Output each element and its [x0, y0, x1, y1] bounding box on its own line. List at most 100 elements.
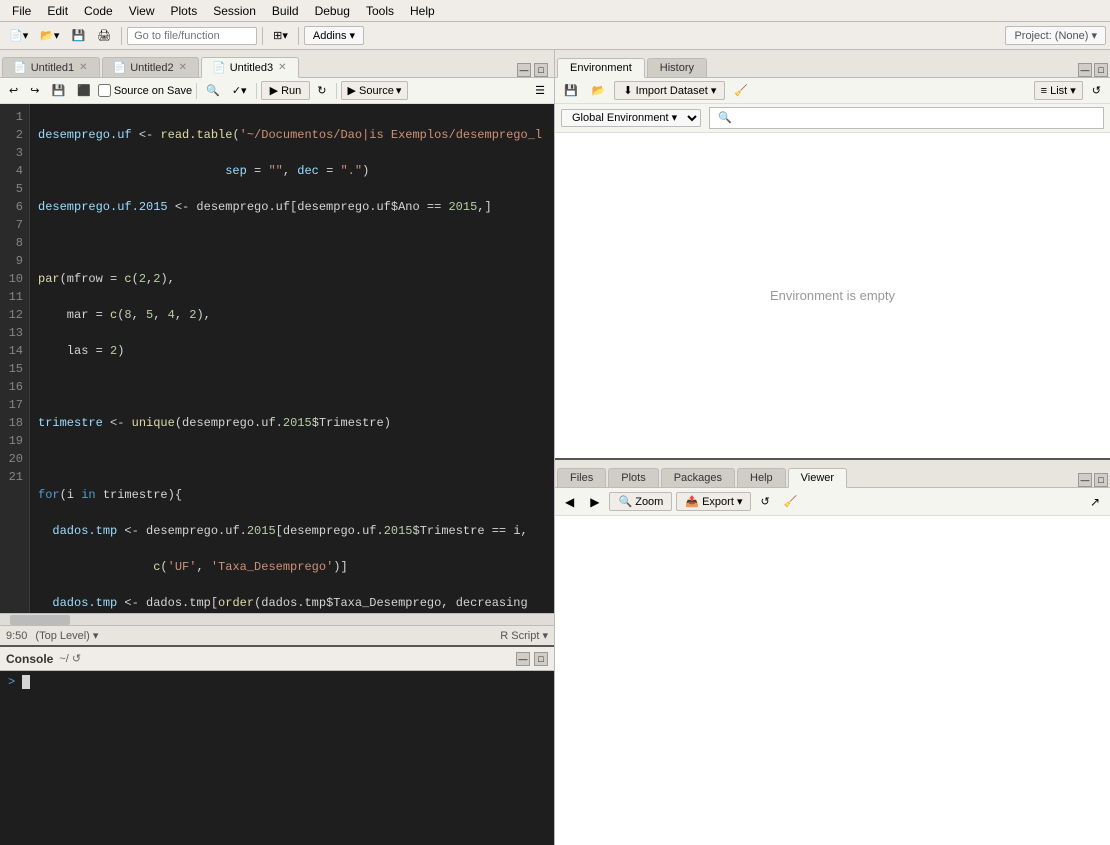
editor-tab-untitled1[interactable]: 📄 Untitled1 ✕: [2, 57, 100, 77]
files-tab-bar: Files Plots Packages Help Viewer — □: [555, 460, 1110, 488]
tab-environment[interactable]: Environment: [557, 58, 645, 78]
source-on-save-checkbox[interactable]: [98, 84, 111, 97]
editor-area: 📄 Untitled1 ✕ 📄 Untitled2 ✕ 📄 Untitled3 …: [0, 50, 554, 645]
cursor-position: 9:50: [6, 630, 27, 642]
env-toolbar: 💾 📂 ⬇ Import Dataset ▾ 🧹 ≡ List ▾ ↺: [555, 78, 1110, 104]
editor-options-button[interactable]: ☰: [530, 82, 550, 99]
env-tab-bar: Environment History — □: [555, 50, 1110, 78]
maximize-files-button[interactable]: □: [1094, 473, 1108, 487]
open-button[interactable]: 📂▾: [35, 26, 64, 45]
menu-view[interactable]: View: [121, 2, 163, 20]
spellcheck-button[interactable]: ✓▾: [227, 82, 252, 99]
search-button[interactable]: 🔍: [201, 82, 225, 99]
viewer-toolbar: ◀ ▶ 🔍 Zoom 📤 Export ▾ ↺ 🧹 ↗: [555, 488, 1110, 516]
project-label[interactable]: Project: (None) ▾: [1005, 26, 1106, 45]
grid-button[interactable]: ⊞▾: [268, 26, 293, 45]
env-load-button[interactable]: 📂: [587, 82, 611, 99]
scrollbar-thumb[interactable]: [10, 615, 70, 625]
menubar: File Edit Code View Plots Session Build …: [0, 0, 1110, 22]
menu-debug[interactable]: Debug: [307, 2, 358, 20]
console-prompt: >: [8, 675, 15, 689]
menu-edit[interactable]: Edit: [39, 2, 76, 20]
env-empty-message: Environment is empty: [555, 133, 1110, 458]
console-cursor: [22, 675, 30, 689]
environment-selector[interactable]: Global Environment ▾: [561, 109, 701, 127]
zoom-button[interactable]: 🔍 Zoom: [609, 492, 672, 511]
tab-packages[interactable]: Packages: [661, 468, 735, 487]
run-button[interactable]: ▶ Run: [261, 81, 311, 100]
redo-button[interactable]: ↪: [25, 82, 44, 99]
undo-button[interactable]: ↩: [4, 82, 23, 99]
editor-sep-2: [256, 83, 257, 99]
source-on-save-label: Source on Save: [114, 85, 192, 97]
maximize-console-button[interactable]: □: [534, 652, 548, 666]
tab-files[interactable]: Files: [557, 468, 606, 487]
menu-tools[interactable]: Tools: [358, 2, 402, 20]
editor-statusbar: 9:50 (Top Level) ▾ R Script ▾: [0, 625, 554, 645]
import-dataset-button[interactable]: ⬇ Import Dataset ▾: [614, 81, 725, 100]
tab-viewer[interactable]: Viewer: [788, 468, 847, 488]
tab-plots[interactable]: Plots: [608, 468, 658, 487]
viewer-popout-button[interactable]: ↗: [1084, 492, 1106, 512]
minimize-editor-button[interactable]: —: [517, 63, 531, 77]
refresh-viewer-button[interactable]: ↺: [755, 493, 774, 510]
console-window-buttons: — □: [516, 652, 548, 666]
close-tab-3[interactable]: ✕: [277, 62, 287, 73]
source-button[interactable]: ▶ Source ▾: [341, 81, 409, 100]
editor-scrollbar-h[interactable]: [0, 613, 554, 625]
env-save-button[interactable]: 💾: [559, 82, 583, 99]
minimize-console-button[interactable]: —: [516, 652, 530, 666]
save-button[interactable]: 💾: [66, 26, 90, 45]
knit-button[interactable]: ⬛: [72, 82, 96, 99]
code-content[interactable]: desemprego.uf <- read.table('~/Documento…: [30, 104, 554, 613]
new-script-button[interactable]: 📄▾: [4, 26, 33, 45]
code-editor[interactable]: 12345 678910 1112131415 1617181920 21 de…: [0, 104, 554, 613]
scope-selector[interactable]: (Top Level) ▾: [35, 629, 98, 642]
maximize-editor-button[interactable]: □: [534, 63, 548, 77]
line-numbers: 12345 678910 1112131415 1617181920 21: [0, 104, 30, 613]
menu-code[interactable]: Code: [76, 2, 121, 20]
menu-plots[interactable]: Plots: [163, 2, 206, 20]
export-button[interactable]: 📤 Export ▾: [676, 492, 751, 511]
editor-toolbar: ↩ ↪ 💾 ⬛ Source on Save 🔍 ✓▾ ▶ Run ↻ ▶ So…: [0, 78, 554, 104]
back-button[interactable]: ◀: [559, 492, 580, 512]
menu-session[interactable]: Session: [205, 2, 264, 20]
env-window-buttons: — □: [1078, 63, 1108, 77]
menu-help[interactable]: Help: [402, 2, 443, 20]
clear-viewer-button[interactable]: 🧹: [779, 493, 803, 510]
menu-file[interactable]: File: [4, 2, 39, 20]
source-on-save-group: Source on Save: [98, 84, 192, 97]
close-tab-1[interactable]: ✕: [78, 62, 88, 73]
goto-file-input[interactable]: [127, 27, 257, 45]
list-button[interactable]: ≡ List ▾: [1034, 81, 1083, 100]
toolbar-separator-1: [121, 27, 122, 45]
main-layout: 📄 Untitled1 ✕ 📄 Untitled2 ✕ 📄 Untitled3 …: [0, 50, 1110, 845]
close-tab-2[interactable]: ✕: [178, 62, 188, 73]
save-editor-button[interactable]: 💾: [46, 82, 70, 99]
console-title: Console: [6, 652, 53, 666]
script-type[interactable]: R Script ▾: [500, 629, 548, 642]
menu-build[interactable]: Build: [264, 2, 307, 20]
global-env-bar: Global Environment ▾: [555, 104, 1110, 133]
editor-tab-untitled2[interactable]: 📄 Untitled2 ✕: [102, 57, 200, 77]
files-window-buttons: — □: [1078, 473, 1108, 487]
maximize-env-button[interactable]: □: [1094, 63, 1108, 77]
right-panel: Environment History — □ 💾 📂 ⬇ Import Dat…: [555, 50, 1110, 845]
minimize-files-button[interactable]: —: [1078, 473, 1092, 487]
forward-button[interactable]: ▶: [584, 492, 605, 512]
tab-help[interactable]: Help: [737, 468, 786, 487]
left-panel: 📄 Untitled1 ✕ 📄 Untitled2 ✕ 📄 Untitled3 …: [0, 50, 555, 845]
tab-history[interactable]: History: [647, 58, 707, 77]
editor-sep-3: [336, 83, 337, 99]
rerun-button[interactable]: ↻: [312, 82, 331, 99]
editor-tab-untitled3[interactable]: 📄 Untitled3 ✕: [201, 57, 299, 78]
env-refresh-button[interactable]: ↺: [1087, 82, 1106, 99]
print-button[interactable]: 🖨: [92, 26, 116, 45]
editor-sep-1: [196, 83, 197, 99]
console-content[interactable]: >: [0, 671, 554, 845]
files-plots-panel: Files Plots Packages Help Viewer — □ ◀ ▶…: [555, 460, 1110, 845]
addins-button[interactable]: Addins ▾: [304, 26, 364, 45]
minimize-env-button[interactable]: —: [1078, 63, 1092, 77]
env-search-input[interactable]: [709, 107, 1104, 129]
env-clear-button[interactable]: 🧹: [729, 82, 753, 99]
